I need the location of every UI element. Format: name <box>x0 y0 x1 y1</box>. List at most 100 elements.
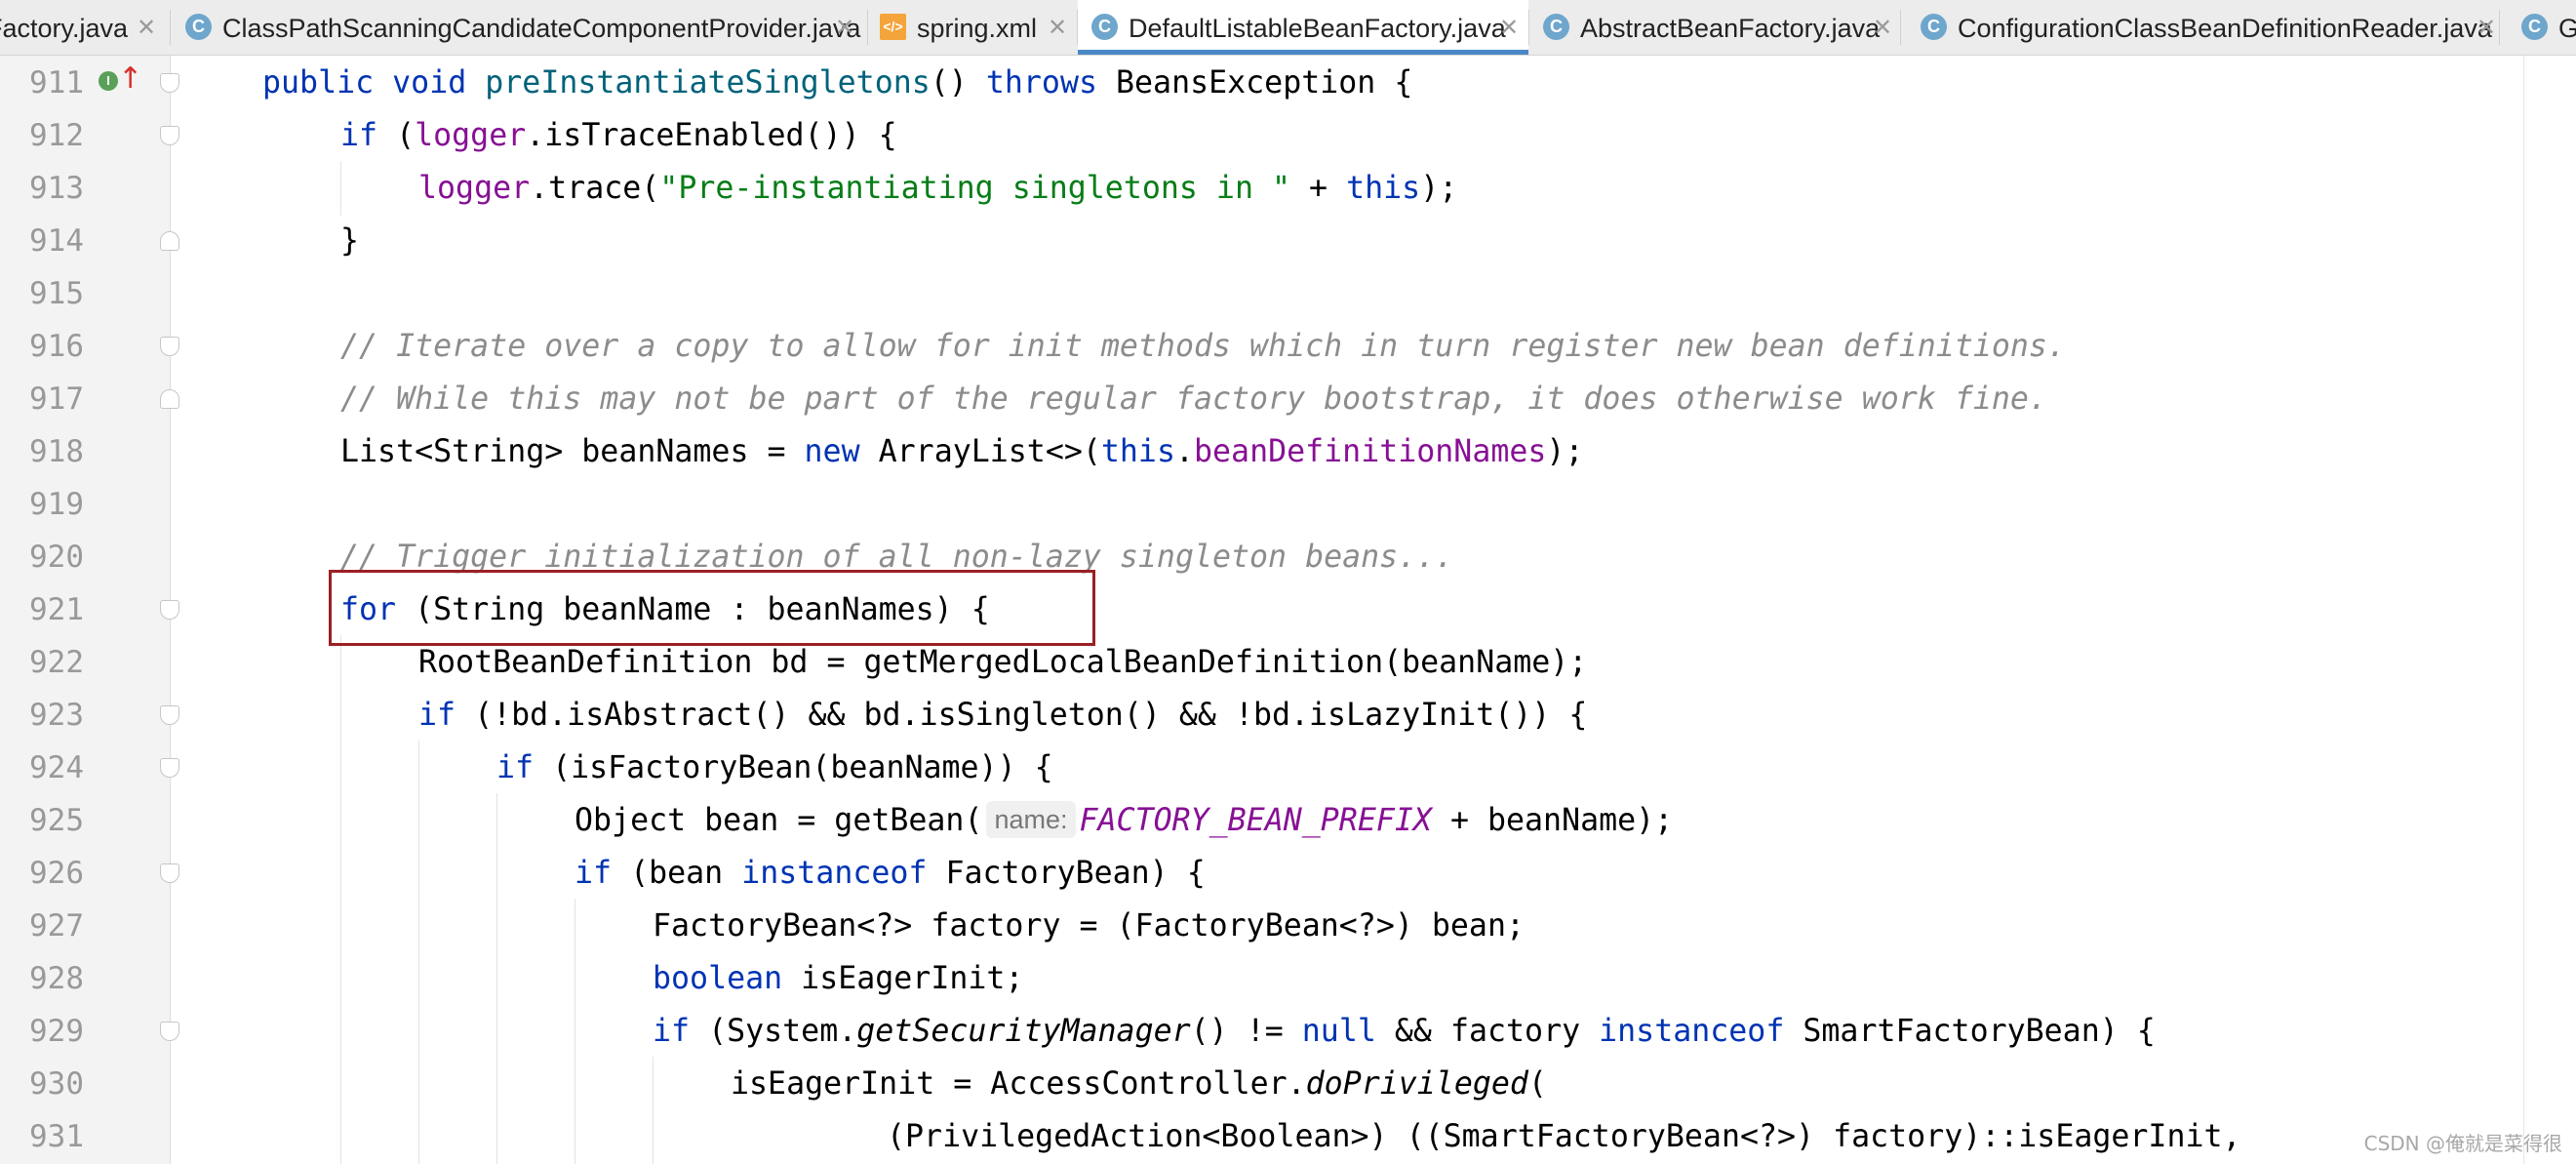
code-token: logger <box>415 118 527 153</box>
line-number[interactable]: 926 <box>0 847 84 900</box>
code-token: BeansException { <box>1116 65 1413 100</box>
fold-marker-icon[interactable] <box>160 389 179 409</box>
line-number[interactable]: 915 <box>0 267 84 320</box>
code-line-918[interactable]: List<String> beanNames = new ArrayList<>… <box>340 425 1583 478</box>
tab-configuration-class-reader[interactable]: C ConfigurationClassBeanDefinitionReader… <box>1901 0 2496 55</box>
code-line-931[interactable]: (PrivilegedAction<Boolean>) ((SmartFacto… <box>887 1110 2241 1163</box>
line-number[interactable]: 923 <box>0 689 84 742</box>
line-number[interactable]: 917 <box>0 373 84 425</box>
line-number[interactable]: 911 <box>0 57 84 109</box>
close-icon[interactable]: ✕ <box>2477 14 2496 42</box>
line-number[interactable]: 931 <box>0 1110 84 1163</box>
line-number[interactable]: 925 <box>0 794 84 847</box>
code-line-924[interactable]: if (isFactoryBean(beanName)) { <box>496 742 1053 794</box>
code-token: (System. <box>708 1014 857 1049</box>
code-line-923[interactable]: if (!bd.isAbstract() && bd.isSingleton()… <box>418 689 1587 742</box>
fold-marker-icon[interactable] <box>160 337 179 356</box>
right-margin-guide <box>2523 56 2524 1164</box>
tab-truncated[interactable]: C G <box>2500 0 2576 55</box>
tab-spring-xml[interactable]: </> spring.xml ✕ <box>868 0 1077 55</box>
line-number[interactable]: 914 <box>0 215 84 267</box>
line-number[interactable]: 922 <box>0 636 84 689</box>
highlight-annotation-box <box>329 570 1095 646</box>
tab-divider <box>170 10 171 45</box>
code-token: isEagerInit = AccessController. <box>731 1066 1306 1102</box>
fold-marker-icon[interactable] <box>160 1022 179 1041</box>
tab-factory-java[interactable]: Factory.java ✕ <box>0 0 158 55</box>
code-line-927[interactable]: FactoryBean<?> factory = (FactoryBean<?>… <box>653 900 1525 952</box>
tab-abstract-bean-factory[interactable]: C AbstractBeanFactory.java ✕ <box>1529 0 1900 55</box>
code-token: () <box>930 65 986 100</box>
code-token: if <box>418 698 475 733</box>
fold-marker-icon[interactable] <box>160 863 179 883</box>
line-number[interactable]: 913 <box>0 162 84 215</box>
implements-method-icon[interactable]: I <box>99 71 118 91</box>
code-line-916[interactable]: // Iterate over a copy to allow for init… <box>340 320 2066 373</box>
line-number[interactable]: 921 <box>0 583 84 636</box>
code-token: throws <box>985 65 1117 100</box>
code-line-930[interactable]: isEagerInit = AccessController.doPrivile… <box>731 1058 1547 1110</box>
code-token: FactoryBean<?> factory = (FactoryBean<?>… <box>653 908 1525 943</box>
class-icon: C <box>1921 14 1947 40</box>
close-icon[interactable]: ✕ <box>835 14 854 42</box>
indent-guide <box>496 793 497 1164</box>
code-token: + beanName); <box>1431 803 1674 838</box>
tab-label: ClassPathScanningCandidateComponentProvi… <box>222 14 861 43</box>
fold-marker-icon[interactable] <box>160 231 179 251</box>
tab-label: AbstractBeanFactory.java <box>1580 14 1881 43</box>
code-token: .isTraceEnabled()) { <box>526 118 897 153</box>
code-line-917[interactable]: // While this may not be part of the reg… <box>340 373 2047 425</box>
fold-marker-icon[interactable] <box>160 705 179 725</box>
code-token: null <box>1301 1014 1376 1049</box>
code-token: new <box>804 434 879 469</box>
code-comment: // Iterate over a copy to allow for init… <box>340 329 2066 364</box>
code-line-926[interactable]: if (bean instanceof FactoryBean) { <box>575 847 1206 900</box>
code-line-928[interactable]: boolean isEagerInit; <box>653 952 1023 1005</box>
code-line-914[interactable]: } <box>340 215 359 267</box>
fold-marker-icon[interactable] <box>160 758 179 778</box>
code-line-911[interactable]: public void preInstantiateSingletons() t… <box>262 57 1412 109</box>
code-line-913[interactable]: logger.trace("Pre-instantiating singleto… <box>418 162 1457 215</box>
line-number[interactable]: 918 <box>0 425 84 478</box>
code-token: () != <box>1190 1014 1302 1049</box>
class-icon: C <box>185 14 212 40</box>
line-number[interactable]: 916 <box>0 320 84 373</box>
code-token: Object bean = getBean( <box>575 803 983 838</box>
tab-label: G <box>2558 14 2576 44</box>
line-number[interactable]: 924 <box>0 742 84 794</box>
code-line-925[interactable]: Object bean = getBean(name: FACTORY_BEAN_… <box>575 794 1673 847</box>
line-number[interactable]: 920 <box>0 531 84 583</box>
code-token: (PrivilegedAction<Boolean>) ((SmartFacto… <box>887 1119 2241 1154</box>
line-number[interactable]: 930 <box>0 1058 84 1110</box>
fold-marker-icon[interactable] <box>160 600 179 620</box>
indent-guide <box>418 741 419 1164</box>
line-number[interactable]: 929 <box>0 1005 84 1058</box>
code-token: (!bd.isAbstract() && bd.isSingleton() &&… <box>474 698 1588 733</box>
code-token: .trace( <box>530 171 660 206</box>
xml-file-icon: </> <box>880 14 906 40</box>
tab-classpath-scanning-provider[interactable]: C ClassPathScanningCandidateComponentPro… <box>172 0 867 55</box>
line-number[interactable]: 927 <box>0 900 84 952</box>
tab-default-listable-bean-factory[interactable]: C DefaultListableBeanFactory.java ✕ <box>1078 0 1528 55</box>
fold-marker-icon[interactable] <box>160 126 179 145</box>
code-line-912[interactable]: if (logger.isTraceEnabled()) { <box>340 109 897 162</box>
close-icon[interactable]: ✕ <box>137 14 156 42</box>
fold-marker-icon[interactable] <box>160 73 179 93</box>
override-arrow-icon[interactable]: ↑ <box>118 64 142 94</box>
code-comment: // While this may not be part of the reg… <box>340 381 2047 417</box>
code-token: logger <box>418 171 531 206</box>
line-number[interactable]: 928 <box>0 952 84 1005</box>
code-line-929[interactable]: if (System.getSecurityManager() != null … <box>653 1005 2156 1058</box>
close-icon[interactable]: ✕ <box>1048 14 1067 42</box>
code-token: "Pre-instantiating singletons in " <box>659 171 1291 206</box>
line-number[interactable]: 912 <box>0 109 84 162</box>
line-number[interactable]: 919 <box>0 478 84 531</box>
code-token: doPrivileged <box>1305 1066 1528 1102</box>
close-icon[interactable]: ✕ <box>1499 14 1519 42</box>
close-icon[interactable]: ✕ <box>1873 14 1892 42</box>
tab-label: Factory.java <box>0 14 129 43</box>
tab-label: spring.xml <box>917 14 1038 43</box>
code-token: ArrayList<>( <box>878 434 1101 469</box>
code-token: + <box>1290 171 1347 206</box>
parameter-hint: name: <box>986 801 1076 838</box>
